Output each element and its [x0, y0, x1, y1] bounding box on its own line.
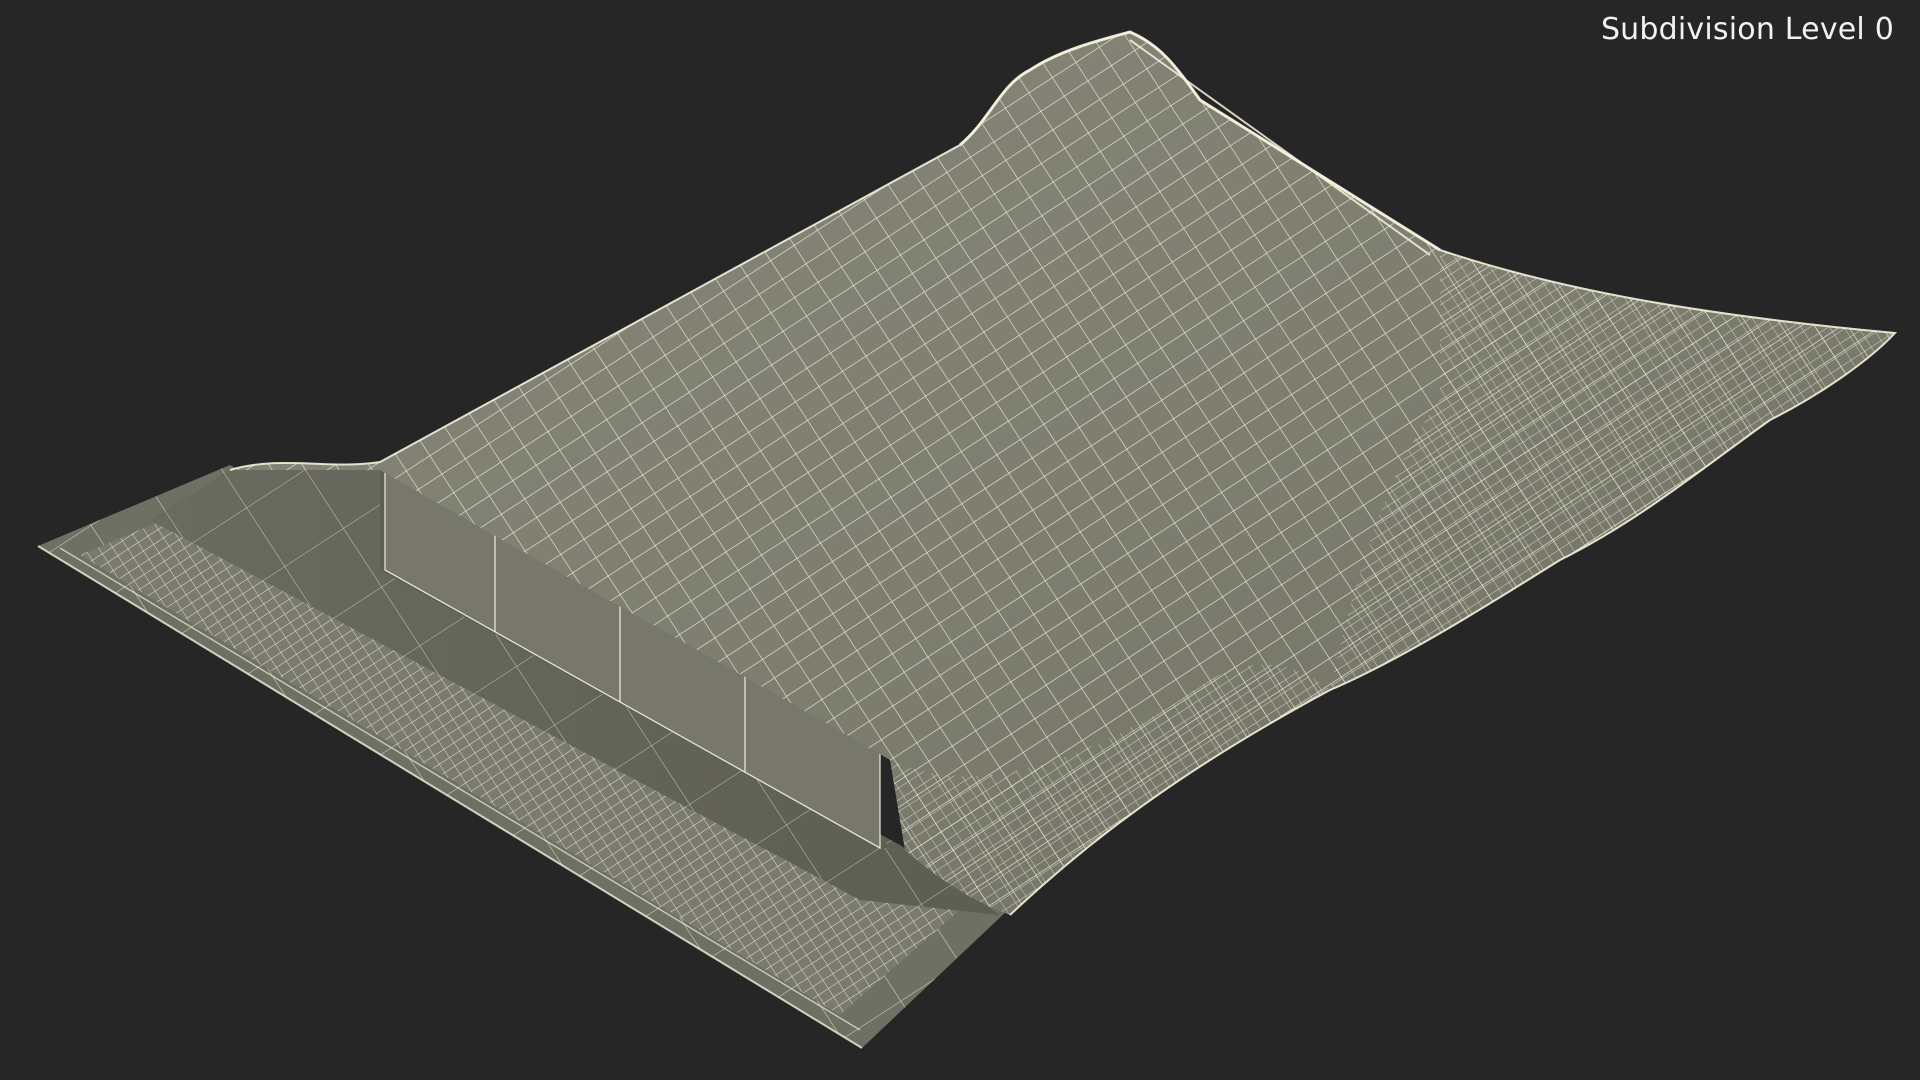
render-viewport: Subdivision Level 0 — [0, 0, 1920, 1080]
subdivision-level-label: Subdivision Level 0 — [1600, 12, 1894, 47]
wireframe-model — [37, 30, 1898, 1049]
